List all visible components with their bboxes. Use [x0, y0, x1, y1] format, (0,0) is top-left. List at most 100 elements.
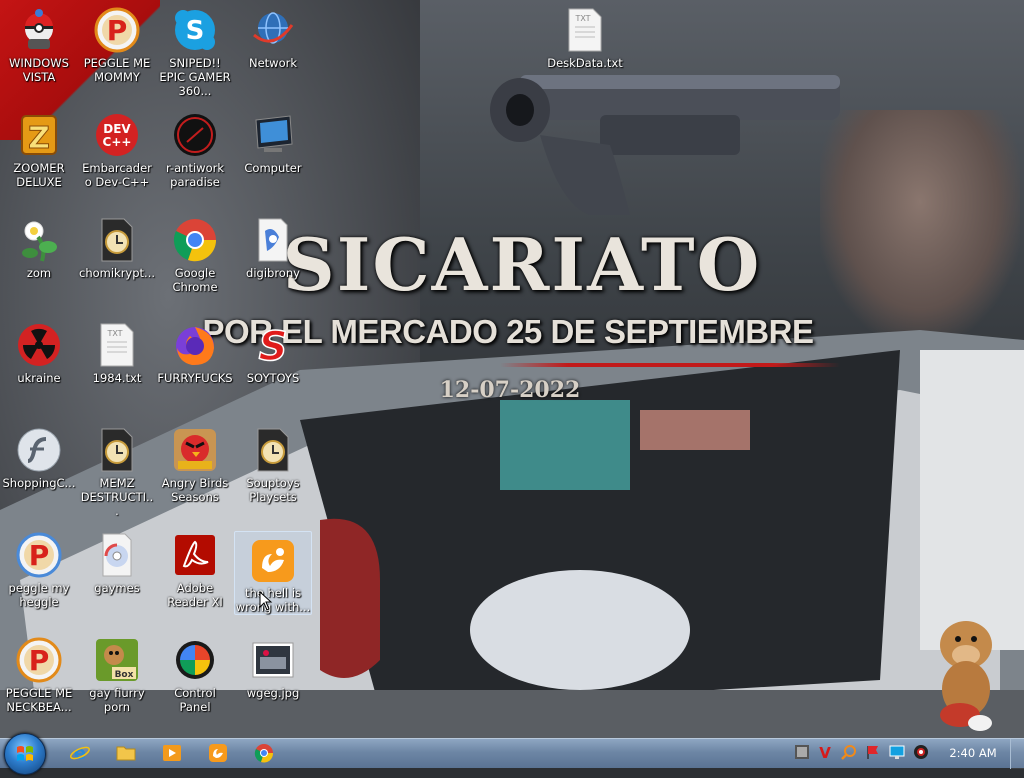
desktop-icon-ukraine[interactable]: ukraine [0, 315, 78, 415]
desktop-icon-computer[interactable]: Computer [234, 105, 312, 205]
desktop-icon-sniped-epic-gamer[interactable]: S SNIPED!! EPIC GAMER 360... [156, 0, 234, 100]
wallpaper-title: SICARIATO [282, 222, 762, 307]
svg-text:S: S [186, 16, 205, 46]
clock-file-icon [249, 426, 297, 474]
desktop-icon-dev-cpp[interactable]: DEV C++ Embarcadero Dev-C++ [78, 105, 156, 205]
zuma-icon: Z [15, 111, 63, 159]
svg-text:e: e [74, 743, 86, 763]
desktop-icon-wgeg-jpg[interactable]: wgeg.jpg [234, 630, 312, 730]
desktop-icon-gaymes[interactable]: gaymes [78, 525, 156, 625]
desktop-icon-angry-birds-seasons[interactable]: Angry Birds Seasons [156, 420, 234, 520]
desktop-icon-deskdata-txt[interactable]: TXT DeskData.txt [546, 0, 624, 100]
desktop-icon-furryfucks[interactable]: FURRYFUCKS [156, 315, 234, 415]
tray-flag-icon [867, 746, 878, 759]
pokeball-robot-icon [15, 6, 63, 54]
taskbar: e V 2:40 AM [0, 733, 1024, 775]
text-file-icon: TXT [561, 6, 609, 54]
start-button[interactable] [4, 733, 46, 775]
svg-text:DEV: DEV [103, 122, 131, 136]
tray-app-icon [795, 745, 809, 759]
svg-text:Z: Z [28, 121, 50, 156]
desktop-icon-gay-fiurry[interactable]: Box gay fiurry porn [78, 630, 156, 730]
desktop-icon-the-hell-is-wrong[interactable]: the hell is wrong with... [234, 531, 312, 615]
desktop-icon-digibrony[interactable]: digibrony [234, 210, 312, 310]
box-hamster-icon: Box [93, 636, 141, 684]
desktop-icon-souptoys-playsets[interactable]: Souptoys Playsets [234, 420, 312, 520]
svg-text:TXT: TXT [106, 329, 122, 338]
desktop-icon-control-panel[interactable]: Control Panel [156, 630, 234, 730]
devcpp-icon: DEV C++ [93, 111, 141, 159]
skype-icon: S [171, 6, 219, 54]
firefox-icon [171, 321, 219, 369]
uc-browser-icon [249, 538, 297, 584]
taskbar-chrome[interactable] [248, 741, 280, 765]
tray-app[interactable] [793, 742, 811, 762]
desktop-icon-soytoys[interactable]: S SOYTOYS [234, 315, 312, 415]
peggle-icon: P [93, 6, 141, 54]
desktop-icon-memz-destructive[interactable]: MEMZ DESTRUCTI... [78, 420, 156, 520]
tray-volume[interactable] [912, 742, 930, 762]
desktop-icon-zom[interactable]: zom [0, 210, 78, 310]
tray-search[interactable] [840, 742, 858, 762]
taskbar-explorer[interactable] [110, 741, 142, 765]
chrome-icon [171, 216, 219, 264]
peggle-icon: P [15, 531, 63, 579]
taskbar-clock[interactable]: 2:40 AM [944, 746, 1002, 760]
network-globe-icon [249, 6, 297, 54]
pistol-graphic [490, 75, 840, 215]
svg-text:C++: C++ [103, 135, 132, 149]
svg-text:P: P [29, 539, 50, 572]
uc-browser-icon [209, 744, 227, 762]
flash-icon [15, 426, 63, 474]
svg-text:Box: Box [115, 670, 134, 680]
taskbar-media-player[interactable] [156, 741, 188, 765]
control-panel-icon [171, 636, 219, 684]
media-player-icon [163, 745, 181, 761]
tray-v[interactable]: V [816, 742, 834, 762]
clock-file-icon [93, 426, 141, 474]
gaymes-icon [93, 531, 141, 579]
angry-birds-icon [171, 426, 219, 474]
zombie-plant-icon [15, 216, 63, 264]
soytoys-icon: S [249, 321, 297, 369]
tray-flag[interactable] [864, 742, 882, 762]
internet-explorer-icon: e [70, 743, 90, 763]
show-desktop-button[interactable] [1010, 739, 1024, 769]
text-file-icon: TXT [93, 321, 141, 369]
desktop-icon-peggle-me-neckbeard[interactable]: P PEGGLE ME NECKBEA... [0, 630, 78, 730]
desktop-icon-peggle-my-heggle[interactable]: P peggle my heggle [0, 525, 78, 625]
radiation-icon [15, 321, 63, 369]
tray-monitor-icon [889, 745, 905, 759]
desktop-icon-shoppingc[interactable]: ShoppingC... [0, 420, 78, 520]
folder-icon [116, 746, 136, 761]
tray-volume-icon [914, 745, 928, 759]
svg-text:S: S [259, 324, 288, 368]
clock-file-icon [93, 216, 141, 264]
desktop-icon-chomikrypt[interactable]: chomikrypt... [78, 210, 156, 310]
wallpaper-date: 12-07-2022 [439, 377, 581, 403]
desktop-icon-zoomer-deluxe[interactable]: Z ZOOMER DELUXE [0, 105, 78, 205]
mouse-cursor-icon [259, 591, 273, 611]
svg-text:V: V [819, 744, 831, 760]
svg-text:P: P [29, 644, 50, 677]
desktop-icon-windows-vista[interactable]: WINDOWS VISTA [0, 0, 78, 100]
desktop-icon-network[interactable]: Network [234, 0, 312, 100]
taskbar-internet-explorer[interactable]: e [64, 741, 96, 765]
desktop-icon-adobe-reader-xi[interactable]: Adobe Reader XI [156, 525, 234, 625]
tray-search-icon [841, 745, 856, 760]
digibrony-icon [249, 216, 297, 264]
computer-icon [249, 111, 297, 159]
desktop-icon-1984-txt[interactable]: TXT 1984.txt [78, 315, 156, 415]
chrome-icon [254, 744, 274, 763]
svg-text:TXT: TXT [574, 14, 590, 23]
peggle-icon: P [15, 636, 63, 684]
adobe-reader-icon [171, 531, 219, 579]
tray-monitor[interactable] [888, 742, 906, 762]
image-file-icon [249, 636, 297, 684]
desktop-icon-google-chrome[interactable]: Google Chrome [156, 210, 234, 310]
desktop-icon-r-antiwork-paradise[interactable]: r-antiwork paradise [156, 105, 234, 205]
taskbar-uc-browser[interactable] [202, 741, 234, 765]
desktop-icon-peggle-me-mommy[interactable]: P PEGGLE ME MOMMY [78, 0, 156, 100]
tray-v-icon: V [819, 744, 831, 760]
svg-text:P: P [107, 14, 128, 47]
